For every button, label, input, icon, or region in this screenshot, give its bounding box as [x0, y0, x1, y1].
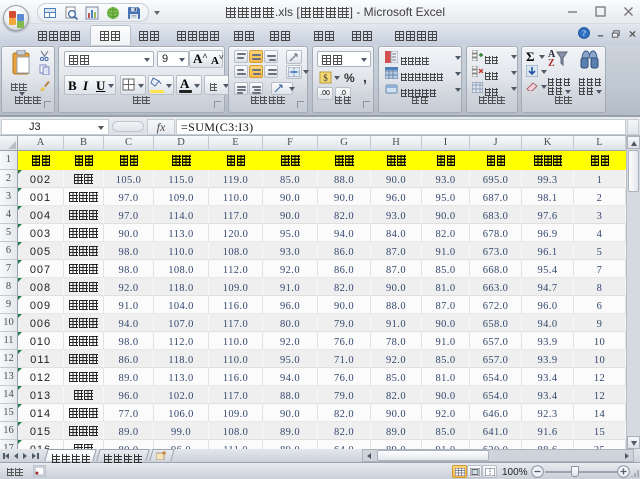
svg-text:?: ? [582, 28, 586, 38]
svg-text:$: $ [323, 73, 328, 83]
